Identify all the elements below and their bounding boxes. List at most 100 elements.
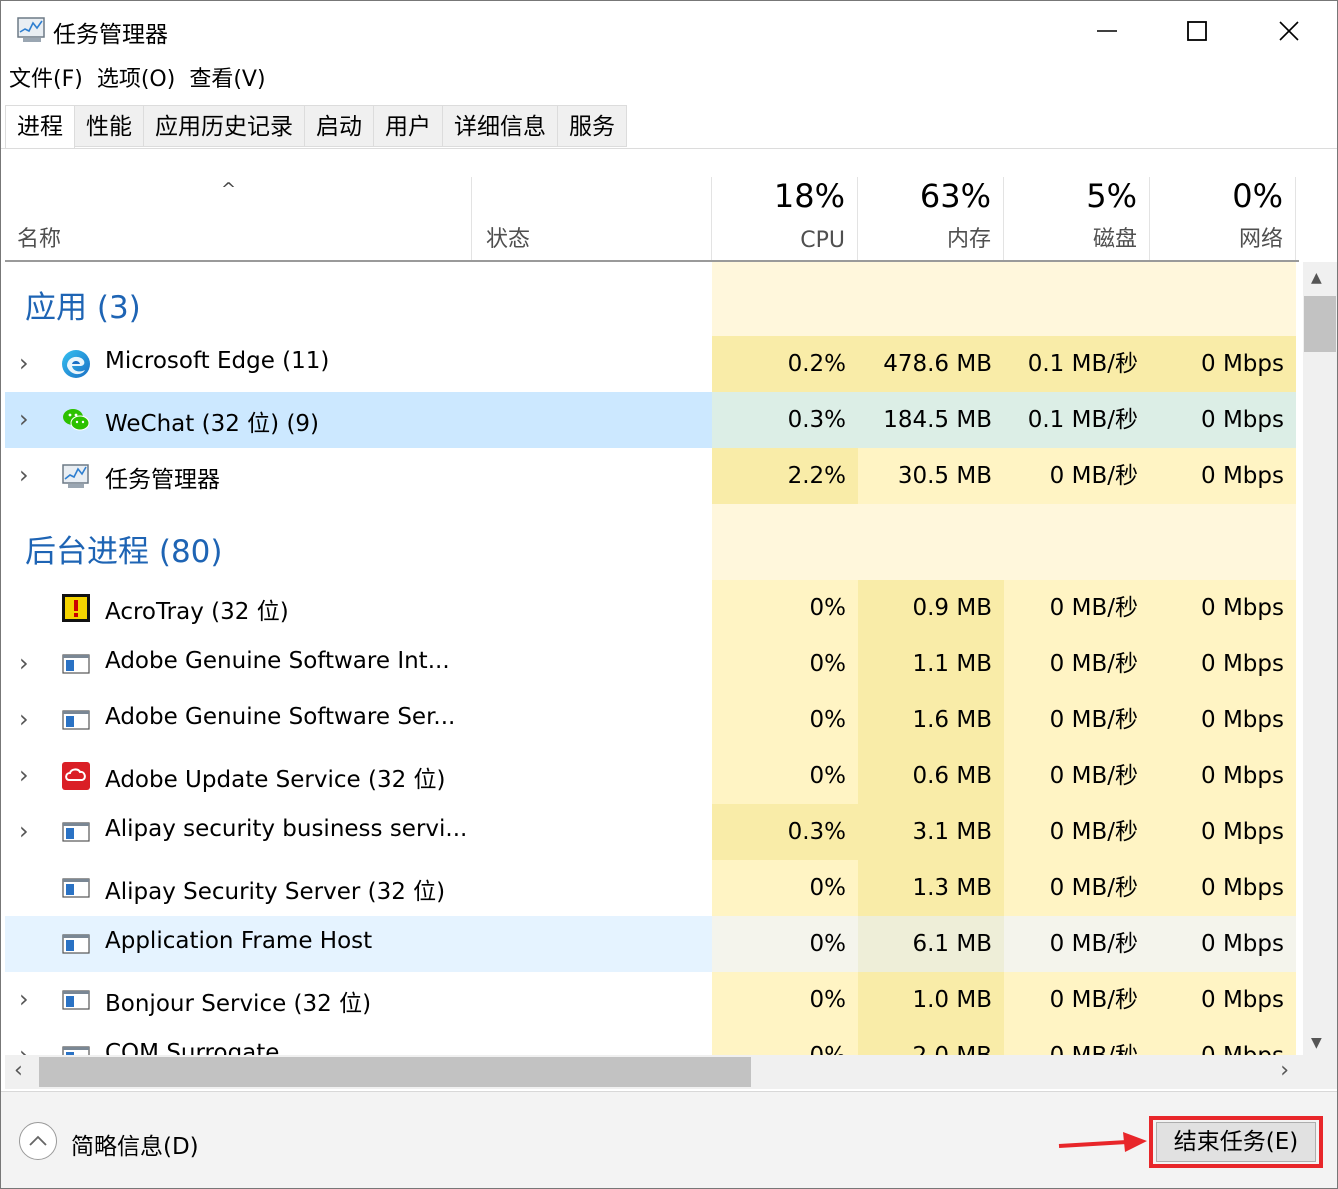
disk-cell: 0 MB/秒 — [1004, 448, 1150, 504]
network-total-percent: 0% — [1232, 177, 1283, 215]
process-row[interactable]: › 任务管理器 2.2% 30.5 MB 0 MB/秒 0 Mbps — [5, 448, 1301, 504]
network-cell: 0 Mbps — [1150, 860, 1296, 916]
group-cell — [712, 504, 858, 580]
expand-chevron-icon[interactable]: › — [19, 985, 29, 1013]
row-name-area[interactable]: › Microsoft Edge (11) — [5, 336, 712, 392]
column-name-label: 名称 — [17, 227, 62, 252]
row-name-area[interactable]: › Adobe Genuine Software Int... — [5, 636, 712, 692]
group-cell — [858, 504, 1004, 580]
process-name: Microsoft Edge (11) — [105, 348, 330, 374]
disk-cell: 0 MB/秒 — [1004, 860, 1150, 916]
row-name-area[interactable]: › Adobe Update Service (32 位) — [5, 748, 712, 804]
chevron-up-icon — [29, 1135, 47, 1146]
cpu-cell: 0% — [712, 972, 858, 1028]
horizontal-scrollbar[interactable]: ‹ › — [5, 1055, 1303, 1089]
process-row-selected[interactable]: › WeChat (32 位) (9) 0.3% 184.5 MB 0.1 MB… — [5, 392, 1301, 448]
expand-chevron-icon[interactable]: › — [19, 349, 29, 377]
memory-cell: 1.3 MB — [858, 860, 1004, 916]
expand-chevron-icon[interactable]: › — [19, 761, 29, 789]
scroll-right-icon[interactable]: › — [1280, 1058, 1289, 1083]
expand-chevron-icon[interactable]: › — [19, 1041, 29, 1055]
cpu-cell: 0.2% — [712, 336, 858, 392]
group-header-background: 后台进程 (80) — [5, 504, 1301, 580]
row-name-area[interactable]: AcroTray (32 位) — [5, 580, 712, 636]
row-name-area[interactable]: › WeChat (32 位) (9) — [5, 392, 712, 448]
tab-processes[interactable]: 进程 — [5, 105, 75, 149]
row-name-area[interactable]: Alipay Security Server (32 位) — [5, 860, 712, 916]
fewer-details-button[interactable] — [19, 1122, 57, 1160]
memory-cell: 0.9 MB — [858, 580, 1004, 636]
window-title: 任务管理器 — [53, 22, 168, 48]
expand-chevron-icon[interactable]: › — [19, 817, 29, 845]
maximize-button[interactable] — [1151, 1, 1243, 61]
minimize-icon — [1097, 30, 1117, 32]
close-icon — [1279, 21, 1299, 41]
row-name-area[interactable]: › 任务管理器 — [5, 448, 712, 504]
sort-ascending-icon: ^ — [221, 179, 237, 200]
process-row[interactable]: › Adobe Update Service (32 位) 0% 0.6 MB … — [5, 748, 1301, 804]
row-name-area[interactable]: Application Frame Host — [5, 916, 712, 972]
column-network[interactable]: 0% 网络 — [1150, 177, 1296, 261]
row-name-area[interactable]: › COM Surrogate — [5, 1028, 712, 1055]
process-row[interactable]: AcroTray (32 位) 0% 0.9 MB 0 MB/秒 0 Mbps — [5, 580, 1301, 636]
vertical-scrollbar[interactable]: ▲ ▼ — [1303, 262, 1337, 1055]
tab-app-history[interactable]: 应用历史记录 — [144, 105, 305, 147]
group-title-apps: 应用 (3) — [25, 290, 141, 326]
process-row-hovered[interactable]: Application Frame Host 0% 6.1 MB 0 MB/秒 … — [5, 916, 1301, 972]
menu-view[interactable]: 查看(V) — [181, 61, 271, 97]
row-name-area[interactable]: › Bonjour Service (32 位) — [5, 972, 712, 1028]
expand-chevron-icon[interactable]: › — [19, 405, 29, 433]
network-cell: 0 Mbps — [1150, 336, 1296, 392]
task-manager-icon — [62, 464, 89, 488]
vertical-scroll-thumb[interactable] — [1304, 296, 1336, 352]
tab-performance[interactable]: 性能 — [75, 105, 144, 147]
menu-options[interactable]: 选项(O) — [89, 61, 181, 97]
memory-total-percent: 63% — [919, 177, 991, 215]
process-row[interactable]: Alipay Security Server (32 位) 0% 1.3 MB … — [5, 860, 1301, 916]
network-cell: 0 Mbps — [1150, 804, 1296, 860]
expand-chevron-icon[interactable]: › — [19, 705, 29, 733]
column-status[interactable]: 状态 — [472, 177, 712, 261]
footer-bar: 简略信息(D) 结束任务(E) — [1, 1091, 1337, 1188]
group-cell — [1004, 262, 1150, 336]
scroll-up-icon[interactable]: ▲ — [1311, 270, 1322, 286]
column-disk[interactable]: 5% 磁盘 — [1004, 177, 1150, 261]
title-bar[interactable]: 任务管理器 — [1, 1, 1337, 61]
fewer-details-label[interactable]: 简略信息(D) — [71, 1127, 199, 1161]
process-row[interactable]: › Adobe Genuine Software Ser... 0% 1.6 M… — [5, 692, 1301, 748]
process-row[interactable]: › Adobe Genuine Software Int... 0% 1.1 M… — [5, 636, 1301, 692]
end-task-button[interactable]: 结束任务(E) — [1156, 1122, 1316, 1162]
scroll-down-icon[interactable]: ▼ — [1311, 1035, 1322, 1051]
row-name-area[interactable]: › Adobe Genuine Software Ser... — [5, 692, 712, 748]
cpu-cell: 0% — [712, 580, 858, 636]
column-cpu-label: CPU — [800, 228, 845, 253]
process-row[interactable]: › COM Surrogate 0% 2.0 MB 0 MB/秒 0 Mbps — [5, 1028, 1301, 1055]
network-cell: 0 Mbps — [1150, 636, 1296, 692]
column-network-label: 网络 — [1238, 227, 1283, 252]
maximize-icon — [1187, 21, 1207, 41]
close-button[interactable] — [1243, 1, 1335, 61]
scroll-left-icon[interactable]: ‹ — [14, 1058, 23, 1083]
column-cpu[interactable]: 18% CPU — [712, 177, 858, 261]
service-window-icon — [62, 1046, 90, 1055]
column-name[interactable]: ^ 名称 — [5, 177, 472, 261]
tab-users[interactable]: 用户 — [374, 105, 443, 147]
expand-chevron-icon[interactable]: › — [19, 461, 29, 489]
cpu-cell: 0.3% — [712, 392, 858, 448]
menu-file[interactable]: 文件(F) — [1, 61, 89, 97]
tab-details[interactable]: 详细信息 — [443, 105, 558, 147]
process-row[interactable]: › Bonjour Service (32 位) 0% 1.0 MB 0 MB/… — [5, 972, 1301, 1028]
tab-bar: 进程 性能 应用历史记录 启动 用户 详细信息 服务 — [5, 105, 627, 149]
horizontal-scroll-thumb[interactable] — [39, 1057, 751, 1087]
process-row[interactable]: › Microsoft Edge (11) 0.2% 478.6 MB 0.1 … — [5, 336, 1301, 392]
row-name-area[interactable]: › Alipay security business servi... — [5, 804, 712, 860]
process-row[interactable]: › Alipay security business servi... 0.3%… — [5, 804, 1301, 860]
column-memory[interactable]: 63% 内存 — [858, 177, 1004, 261]
expand-chevron-icon[interactable]: › — [19, 649, 29, 677]
tab-services[interactable]: 服务 — [558, 105, 627, 147]
tab-startup[interactable]: 启动 — [305, 105, 374, 147]
group-cell — [858, 262, 1004, 336]
minimize-button[interactable] — [1061, 1, 1153, 61]
adobe-cc-icon — [62, 762, 90, 790]
cpu-cell: 0% — [712, 636, 858, 692]
